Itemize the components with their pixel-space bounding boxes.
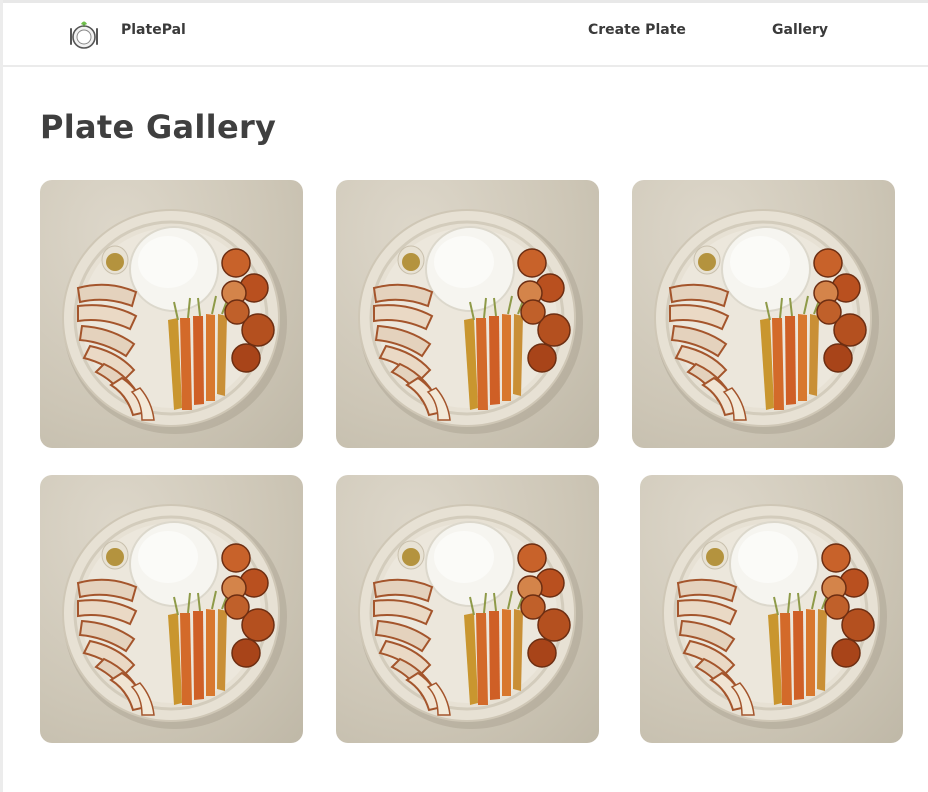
window-left-border — [0, 0, 3, 792]
gallery-item[interactable] — [632, 180, 895, 448]
plate-image — [632, 180, 895, 448]
plate-image — [336, 180, 599, 448]
plate-image — [40, 475, 303, 743]
plate-cutlery-icon[interactable] — [67, 18, 101, 52]
plate-image — [640, 475, 903, 743]
gallery-item[interactable] — [40, 475, 303, 743]
navbar: PlatePal Create Plate Gallery — [3, 3, 928, 67]
gallery-item[interactable] — [336, 475, 599, 743]
page-title: Plate Gallery — [40, 108, 277, 146]
plate-image — [336, 475, 599, 743]
brand-name[interactable]: PlatePal — [121, 22, 186, 38]
gallery-item[interactable] — [40, 180, 303, 448]
gallery-item[interactable] — [640, 475, 903, 743]
nav-create-plate[interactable]: Create Plate — [588, 22, 686, 38]
gallery-item[interactable] — [336, 180, 599, 448]
plate-image — [40, 180, 303, 448]
nav-gallery[interactable]: Gallery — [772, 22, 828, 38]
